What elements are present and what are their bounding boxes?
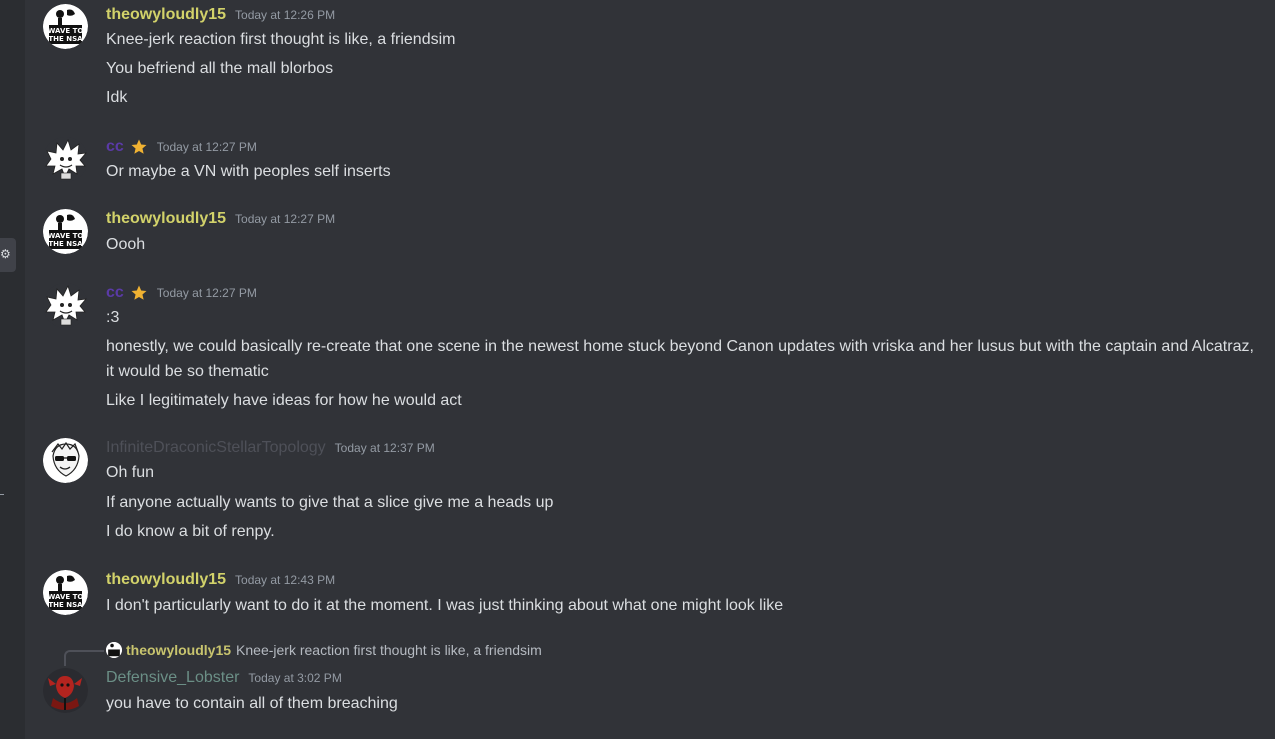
avatar-wave-to-the-nsa[interactable]: WAVE TO THE NSA [43, 4, 88, 49]
message-content: Oooh [106, 236, 146, 253]
message-content: Oh fun [106, 464, 155, 481]
username[interactable]: cc [106, 282, 124, 304]
reply-connector [64, 650, 104, 666]
username[interactable]: Defensive_Lobster [106, 667, 239, 689]
reply-preview[interactable]: theowyloudly15 Knee-jerk reaction first … [106, 640, 542, 660]
avatar-spiky-creature[interactable] [43, 137, 88, 182]
gear-icon[interactable]: ⚙ [0, 246, 11, 262]
avatar-caption-line2: THE NSA [48, 35, 83, 43]
reply-avatar[interactable] [106, 642, 122, 658]
avatar-caption-line1: WAVE TO [48, 232, 84, 240]
username[interactable]: InfiniteDraconicStellarTopology [106, 437, 326, 459]
message-content: Knee-jerk reaction first thought is like… [106, 31, 456, 48]
message-header: cc Today at 12:27 PM [106, 282, 257, 304]
message-content: you have to contain all of them breachin… [106, 695, 398, 712]
star-icon[interactable] [130, 284, 148, 302]
username[interactable]: cc [106, 136, 124, 158]
avatar-wave-to-the-nsa[interactable]: WAVE TO THE NSA [43, 209, 88, 254]
message-header: theowyloudly15 Today at 12:43 PM [106, 569, 335, 591]
message-content: I don't particularly want to do it at th… [106, 597, 784, 614]
message-content: I do know a bit of renpy. [106, 523, 275, 540]
settings-tab[interactable]: ⚙ [0, 238, 16, 272]
username[interactable]: theowyloudly15 [106, 569, 226, 591]
avatar-sunglasses-face[interactable] [43, 438, 88, 483]
message-content: Idk [106, 89, 128, 106]
username[interactable]: theowyloudly15 [106, 208, 226, 230]
timestamp[interactable]: Today at 12:43 PM [235, 569, 335, 591]
avatar-caption-line1: WAVE TO [48, 593, 84, 601]
message-content: If anyone actually wants to give that a … [106, 494, 554, 511]
timestamp[interactable]: Today at 12:26 PM [235, 4, 335, 26]
avatar-caption-line2: THE NSA [48, 240, 83, 248]
timestamp[interactable]: Today at 12:37 PM [335, 437, 435, 459]
message-content: Or maybe a VN with peoples self inserts [106, 163, 391, 180]
avatar-red-lobster[interactable] [43, 668, 88, 713]
message-header: theowyloudly15 Today at 12:27 PM [106, 208, 335, 230]
message-header: InfiniteDraconicStellarTopology Today at… [106, 437, 435, 459]
star-icon[interactable] [130, 138, 148, 156]
username[interactable]: theowyloudly15 [106, 4, 226, 26]
message-list[interactable]: WAVE TO THE NSA theowyloudly15 Today at … [25, 0, 1275, 739]
message-content: honestly, we could basically re-create t… [106, 338, 1254, 380]
avatar-wave-to-the-nsa[interactable]: WAVE TO THE NSA [43, 570, 88, 615]
message-header: Defensive_Lobster Today at 3:02 PM [106, 667, 342, 689]
message-header: theowyloudly15 Today at 12:26 PM [106, 4, 335, 26]
message-content: :3 [106, 309, 120, 326]
reply-username[interactable]: theowyloudly15 [126, 642, 231, 658]
timestamp[interactable]: Today at 12:27 PM [235, 208, 335, 230]
server-rail: ⚙ [0, 0, 25, 739]
message-header: cc Today at 12:27 PM [106, 136, 257, 158]
timestamp[interactable]: Today at 12:27 PM [157, 282, 257, 304]
timestamp[interactable]: Today at 3:02 PM [248, 667, 341, 689]
message-content: You befriend all the mall blorbos [106, 60, 334, 77]
avatar-spiky-creature[interactable] [43, 283, 88, 328]
timestamp[interactable]: Today at 12:27 PM [157, 136, 257, 158]
avatar-caption-line2: THE NSA [48, 601, 83, 609]
message-content: Like I legitimately have ideas for how h… [106, 392, 462, 409]
rail-divider [0, 494, 4, 495]
reply-text[interactable]: Knee-jerk reaction first thought is like… [236, 642, 542, 658]
avatar-caption-line1: WAVE TO [48, 27, 84, 35]
